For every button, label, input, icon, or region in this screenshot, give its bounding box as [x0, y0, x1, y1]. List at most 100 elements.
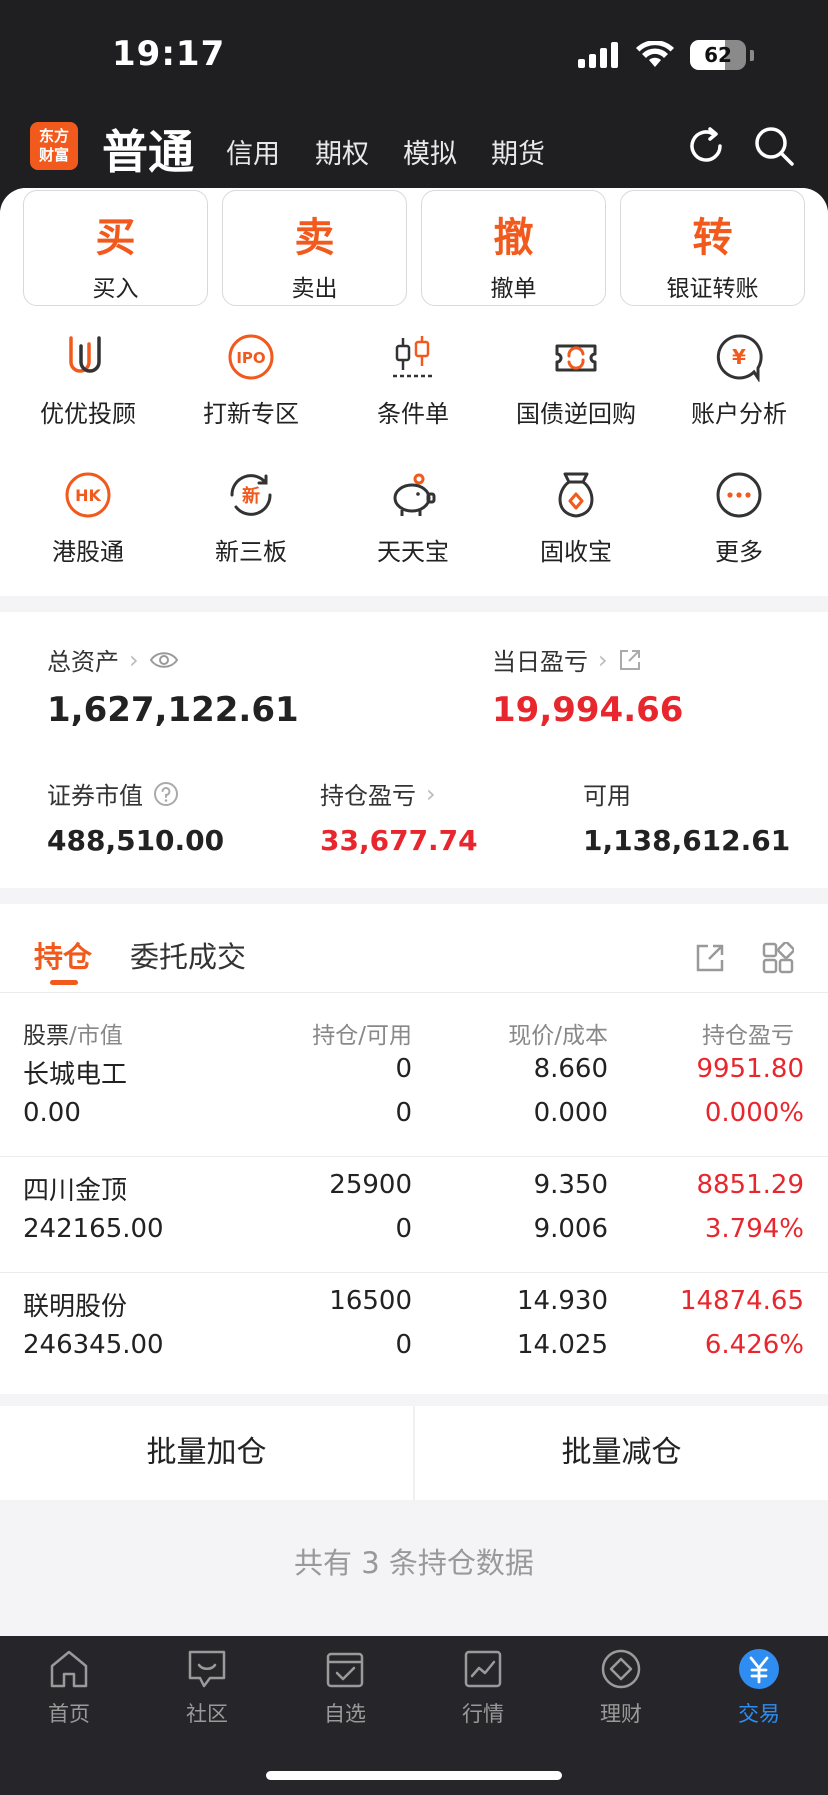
- bank-transfer-button[interactable]: 转 银证转账: [620, 190, 805, 306]
- grid-item-account-analysis[interactable]: ¥ 账户分析: [658, 332, 820, 429]
- tab-options[interactable]: 期权: [315, 132, 369, 171]
- grid-label: 打新专区: [203, 400, 299, 428]
- sell-button[interactable]: 卖 卖出: [222, 190, 407, 306]
- tab-normal[interactable]: 普通: [102, 116, 194, 182]
- batch-reduce-button[interactable]: 批量减仓: [415, 1406, 828, 1500]
- available-label-wrap: 可用: [583, 776, 631, 811]
- grid-item-more[interactable]: 更多: [658, 470, 820, 567]
- positions-panel: 持仓 委托成交 股票/市值 持仓/可用 现价/成本 持仓盈亏 长城电工 0.00…: [0, 904, 828, 1394]
- buy-label: 买入: [92, 276, 139, 302]
- available-value: 1,138,612.61: [583, 824, 791, 857]
- nav-home[interactable]: 首页: [0, 1646, 138, 1728]
- nav-label: 自选: [324, 1702, 366, 1726]
- table-row[interactable]: 联明股份 246345.00 16500 0 14.930 14.025 148…: [0, 1272, 828, 1388]
- sell-glyph: 卖: [294, 215, 335, 261]
- piggy-bank-icon: [393, 473, 436, 516]
- grid-item-uu-advisor[interactable]: 优优投顾: [7, 332, 169, 429]
- trade-sheet: 买 买入 卖 卖出 撤 撤单 转 银证转账 优优投顾 IPO 打新专区 条件单 …: [0, 188, 828, 1638]
- daily-pnl-value: 19,994.66: [492, 690, 684, 730]
- ipo-icon: IPO: [228, 334, 274, 380]
- grid-item-ipo[interactable]: IPO 打新专区: [170, 332, 332, 429]
- grid-label: 账户分析: [691, 400, 787, 428]
- avail-qty: 0: [395, 1214, 412, 1244]
- grid-item-conditional-order[interactable]: 条件单: [332, 332, 494, 429]
- share-icon[interactable]: [618, 648, 642, 672]
- help-icon[interactable]: [153, 781, 179, 807]
- tab-orders-trades[interactable]: 委托成交: [130, 934, 246, 976]
- nav-community[interactable]: 社区: [138, 1646, 276, 1728]
- wifi-icon: [636, 41, 674, 67]
- nav-wealth[interactable]: 理财: [552, 1646, 690, 1728]
- grid-label: 优优投顾: [40, 400, 136, 428]
- market-value-label: 证券市值: [47, 782, 143, 810]
- hk-icon: HK: [65, 472, 111, 518]
- grid-item-hk-connect[interactable]: HK 港股通: [7, 470, 169, 567]
- nav-label: 理财: [600, 1702, 642, 1726]
- current-price: 14.930: [517, 1286, 608, 1316]
- new-board-icon: 新: [230, 474, 272, 516]
- battery-level: 62: [704, 43, 732, 67]
- nav-label: 社区: [186, 1702, 228, 1726]
- tab-futures[interactable]: 期货: [491, 132, 545, 171]
- cancel-order-button[interactable]: 撤 撤单: [421, 190, 606, 306]
- grid-item-tiantianbao[interactable]: 天天宝: [332, 470, 494, 567]
- total-assets-link[interactable]: 总资产 ›: [47, 642, 179, 677]
- sell-label: 卖出: [291, 276, 338, 302]
- batch-add-button[interactable]: 批量加仓: [0, 1406, 413, 1500]
- market-icon: [464, 1650, 502, 1688]
- holding-pnl-value: 33,677.74: [320, 824, 478, 857]
- hold-qty: 16500: [329, 1286, 412, 1316]
- grid-item-new-third-board[interactable]: 新 新三板: [170, 470, 332, 567]
- yen-chat-icon: ¥: [716, 334, 763, 382]
- candlestick-icon: [393, 336, 433, 378]
- daily-pnl-link[interactable]: 当日盈亏 ›: [492, 642, 642, 677]
- grid-label: 更多: [715, 538, 763, 566]
- home-indicator[interactable]: [266, 1771, 562, 1780]
- grid-view-icon[interactable]: [762, 942, 794, 974]
- current-price: 8.660: [533, 1054, 608, 1084]
- nav-label: 行情: [462, 1702, 504, 1726]
- table-row[interactable]: 四川金顶 242165.00 25900 0 9.350 9.006 8851.…: [0, 1156, 828, 1272]
- money-bag-icon: [558, 472, 594, 518]
- logo-text-line-1: 东方: [38, 127, 69, 145]
- nav-trade[interactable]: 交易: [690, 1646, 828, 1728]
- pnl-amount: 8851.29: [696, 1170, 804, 1200]
- svg-text:新: 新: [242, 485, 260, 507]
- grid-item-gushoubao[interactable]: 固收宝: [495, 470, 657, 567]
- holding-pnl-link[interactable]: 持仓盈亏 ›: [320, 776, 436, 811]
- stock-name: 长城电工: [23, 1060, 128, 1090]
- grid-item-reverse-repo[interactable]: 国债逆回购: [495, 332, 657, 429]
- uu-advisor-icon: [69, 336, 101, 373]
- tab-simulation[interactable]: 模拟: [403, 132, 457, 171]
- table-row[interactable]: 长城电工 0.00 0 0 8.660 0.000 9951.80 0.000%: [0, 1040, 828, 1156]
- status-time: 19:17: [112, 34, 226, 74]
- nav-market[interactable]: 行情: [414, 1646, 552, 1728]
- grid-label: 国债逆回购: [516, 400, 636, 428]
- transfer-label: 银证转账: [666, 276, 759, 302]
- nav-label: 首页: [48, 1702, 90, 1726]
- nav-watchlist[interactable]: 自选: [276, 1646, 414, 1728]
- export-icon[interactable]: [694, 942, 726, 974]
- tab-holdings[interactable]: 持仓: [34, 934, 92, 976]
- pnl-percent: 0.000%: [704, 1098, 804, 1128]
- transfer-glyph: 转: [692, 215, 733, 261]
- search-icon[interactable]: [752, 124, 796, 168]
- tab-credit[interactable]: 信用: [226, 132, 280, 171]
- refresh-icon[interactable]: [684, 124, 728, 168]
- total-assets-value: 1,627,122.61: [47, 690, 299, 730]
- status-icons: 62: [578, 40, 754, 70]
- home-icon: [50, 1650, 88, 1688]
- logo-text-line-2: 财富: [38, 146, 69, 164]
- app-logo: 东方 财富: [30, 122, 78, 170]
- cost-price: 9.006: [533, 1214, 608, 1244]
- chevron-right-icon: ›: [129, 645, 139, 674]
- buy-button[interactable]: 买 买入: [23, 190, 208, 306]
- hold-qty: 0: [395, 1054, 412, 1084]
- market-value-info[interactable]: 证券市值: [47, 776, 179, 811]
- eye-icon[interactable]: [149, 650, 179, 670]
- watchlist-icon: [326, 1652, 364, 1688]
- svg-text:IPO: IPO: [236, 349, 265, 367]
- cellular-signal-icon: [578, 42, 618, 68]
- battery-tip: [750, 49, 754, 61]
- yen-trade-icon: [739, 1649, 779, 1689]
